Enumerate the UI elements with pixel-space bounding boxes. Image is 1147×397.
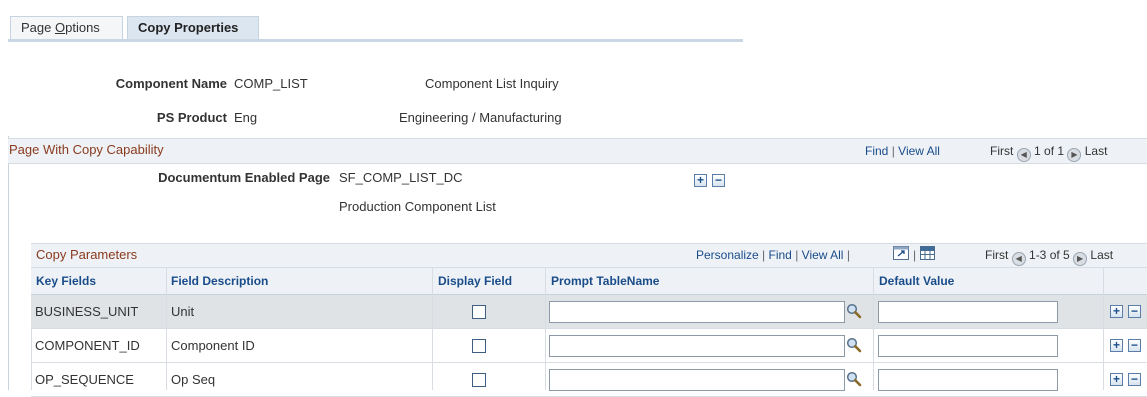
next-icon[interactable]: ▶ — [1073, 252, 1088, 266]
documentum-page-value: SF_COMP_LIST_DC — [339, 170, 463, 185]
row-count: 1 of 1 — [1034, 144, 1065, 158]
field-description-cell: Unit — [171, 304, 195, 319]
copy-params-pager: First ◀ 1-3 of 5 ▶ Last — [985, 248, 1113, 266]
page-group-title: Page With Copy Capability — [9, 142, 164, 157]
column-header-prompt-tablename[interactable]: Prompt TableName — [551, 267, 659, 295]
view-all-link[interactable]: View All — [898, 144, 940, 158]
separator: | — [891, 144, 895, 158]
display-field-checkbox[interactable] — [472, 305, 486, 319]
add-row-button[interactable]: + — [1110, 339, 1123, 352]
field-description-cell: Component ID — [171, 338, 255, 353]
add-page-button[interactable]: + — [694, 174, 707, 187]
key-field-cell: BUSINESS_UNIT — [35, 304, 139, 319]
row-count: 1-3 of 5 — [1029, 248, 1070, 262]
documentum-page-desc: Production Component List — [339, 199, 496, 214]
separator: | — [795, 248, 799, 262]
field-description-cell: Op Seq — [171, 372, 216, 387]
copy-params-header — [31, 243, 1147, 268]
column-divider — [545, 267, 546, 390]
column-divider — [432, 267, 433, 390]
page-group-nav: Find | View All — [865, 144, 940, 158]
column-divider — [1103, 267, 1104, 390]
copy-params-nav: Personalize | Find | View All | — [696, 248, 850, 262]
component-name-desc: Component List Inquiry — [425, 76, 559, 91]
page-group-pager: First ◀ 1 of 1 ▶ Last — [990, 144, 1107, 162]
prompt-tablename-input[interactable] — [549, 301, 845, 323]
search-icon[interactable] — [846, 303, 862, 319]
tab-underline — [8, 39, 743, 42]
zoom-icon[interactable] — [893, 246, 909, 260]
copy-params-title: Copy Parameters — [36, 247, 138, 262]
tab-label-post: ptions — [65, 20, 100, 35]
page-group-header — [8, 138, 1147, 164]
default-value-input[interactable] — [878, 369, 1058, 391]
column-header-default-value[interactable]: Default Value — [879, 267, 954, 295]
table-row: BUSINESS_UNIT Unit + − — [31, 295, 1147, 329]
search-icon[interactable] — [846, 337, 862, 353]
column-header-key-fields[interactable]: Key Fields — [36, 267, 96, 295]
tab-page-options[interactable]: Page Options — [10, 16, 123, 39]
delete-row-button[interactable]: − — [1128, 305, 1141, 318]
find-link[interactable]: Find — [769, 248, 792, 262]
default-value-input[interactable] — [878, 335, 1058, 357]
last-label: Last — [1090, 248, 1114, 262]
add-row-button[interactable]: + — [1110, 305, 1123, 318]
last-label: Last — [1084, 144, 1108, 158]
first-label: First — [990, 144, 1014, 158]
delete-row-button[interactable]: − — [1128, 339, 1141, 352]
tab-copy-properties[interactable]: Copy Properties — [127, 16, 259, 39]
previous-icon[interactable]: ◀ — [1011, 252, 1026, 266]
tab-label-key: O — [54, 20, 66, 35]
default-value-input[interactable] — [878, 301, 1058, 323]
first-label: First — [985, 248, 1009, 262]
table-row: OP_SEQUENCE Op Seq + − — [31, 363, 1147, 397]
column-divider — [166, 267, 167, 390]
separator: | — [846, 248, 850, 262]
personalize-link[interactable]: Personalize — [696, 248, 759, 262]
add-row-button[interactable]: + — [1110, 373, 1123, 386]
view-all-link[interactable]: View All — [802, 248, 844, 262]
tab-label-pre: Page — [21, 20, 55, 35]
display-field-checkbox[interactable] — [472, 373, 486, 387]
find-link[interactable]: Find — [865, 144, 888, 158]
separator: | — [762, 248, 766, 262]
prompt-tablename-input[interactable] — [549, 369, 845, 391]
documentum-page-label: Documentum Enabled Page — [158, 170, 330, 185]
previous-icon[interactable]: ◀ — [1016, 148, 1031, 162]
component-name-value: COMP_LIST — [234, 76, 308, 91]
table-row: COMPONENT_ID Component ID + − — [31, 329, 1147, 363]
column-divider — [873, 267, 874, 390]
key-field-cell: COMPONENT_ID — [35, 338, 140, 353]
column-header-display-field[interactable]: Display Field — [438, 267, 512, 295]
prompt-tablename-input[interactable] — [549, 335, 845, 357]
delete-page-button[interactable]: − — [712, 174, 725, 187]
search-icon[interactable] — [846, 371, 862, 387]
display-field-checkbox[interactable] — [472, 339, 486, 353]
download-icon[interactable] — [920, 246, 935, 260]
separator: | — [913, 248, 917, 262]
ps-product-desc: Engineering / Manufacturing — [399, 110, 562, 125]
tab-label: Copy Properties — [138, 20, 239, 35]
component-name-label: Component Name — [115, 76, 227, 91]
ps-product-label: PS Product — [156, 110, 227, 125]
ps-product-value: Eng — [234, 110, 258, 125]
key-field-cell: OP_SEQUENCE — [35, 372, 134, 387]
column-header-field-description[interactable]: Field Description — [171, 267, 268, 295]
delete-row-button[interactable]: − — [1128, 373, 1141, 386]
next-icon[interactable]: ▶ — [1067, 148, 1082, 162]
